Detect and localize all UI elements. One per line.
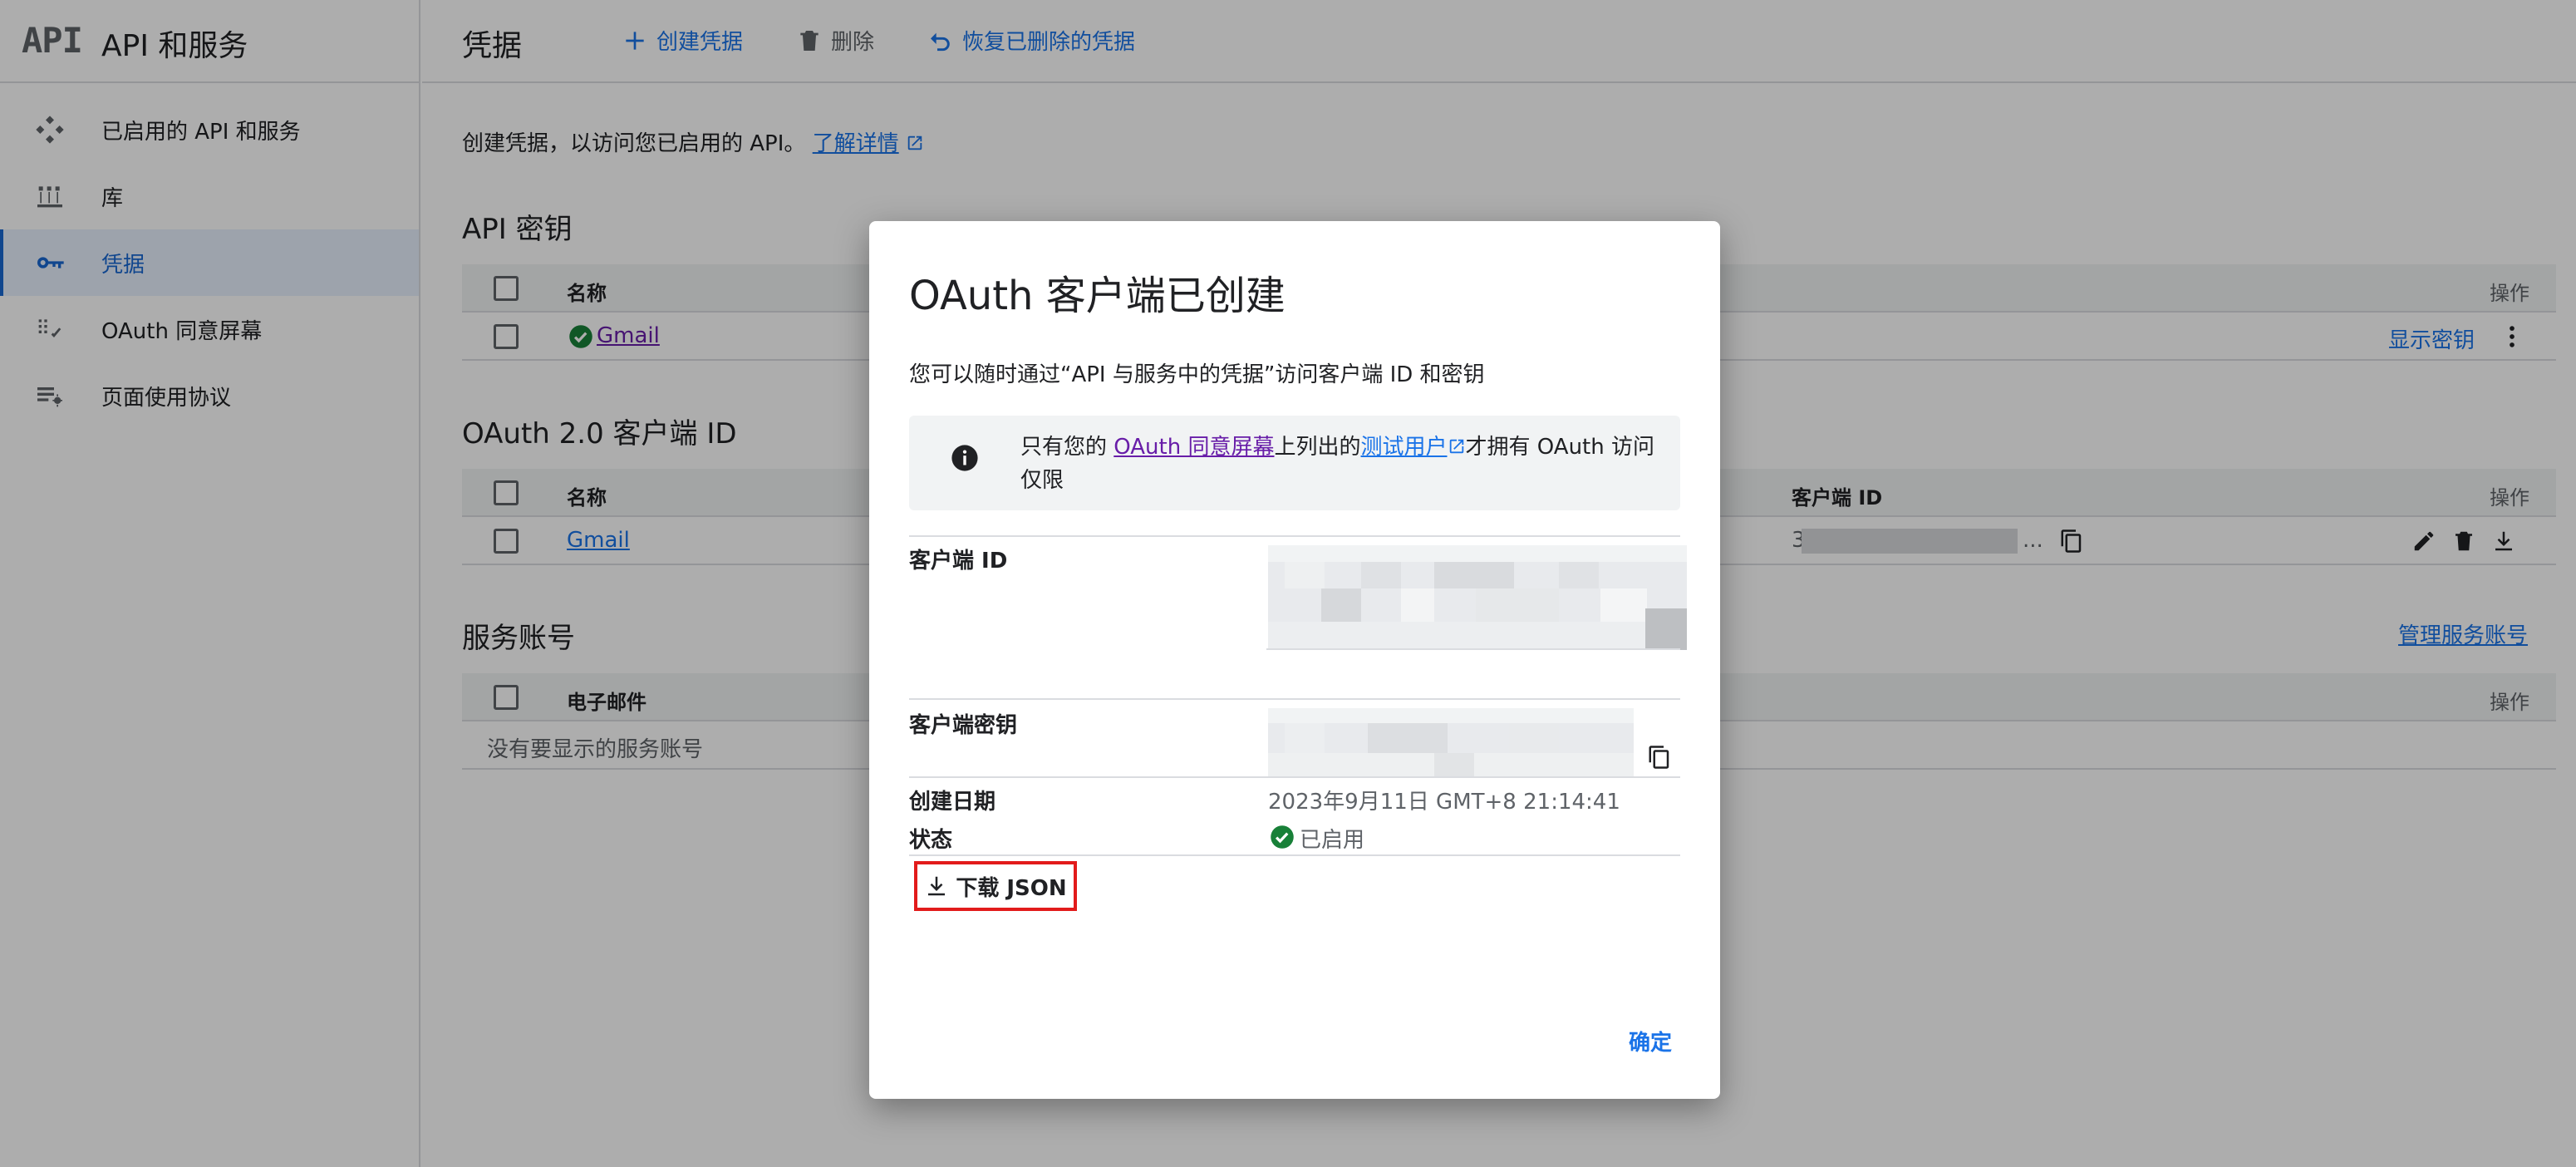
creation-date-value: 2023年9月11日 GMT+8 21:14:41 (1268, 790, 1620, 815)
divider (909, 698, 1680, 700)
download-json-label: 下载 JSON (956, 875, 1067, 901)
info-text-part: 才拥有 OAuth 访问 (1465, 435, 1654, 460)
oauth-created-dialog: OAuth 客户端已创建 您可以随时通过“API 与服务中的凭据”访问客户端 I… (869, 221, 1720, 1099)
dialog-subtitle: 您可以随时通过“API 与服务中的凭据”访问客户端 ID 和密钥 (909, 362, 1485, 387)
copy-icon[interactable] (1647, 743, 1672, 771)
info-icon (951, 445, 978, 471)
check-circle-icon (1271, 825, 1294, 849)
divider (909, 776, 1680, 778)
divider (1266, 648, 1680, 650)
info-text-part: 只有您的 (1020, 435, 1114, 460)
creation-date-label: 创建日期 (909, 790, 996, 815)
client-id-redacted-value (1268, 545, 1687, 650)
oauth-consent-link[interactable]: OAuth 同意屏幕 (1113, 435, 1274, 460)
info-banner: 只有您的 OAuth 同意屏幕上列出的测试用户 才拥有 OAuth 访问仅限 (909, 416, 1680, 510)
client-secret-redacted-value (1268, 708, 1634, 778)
test-users-link[interactable]: 测试用户 (1361, 435, 1448, 460)
divider (909, 854, 1680, 856)
client-secret-label: 客户端密钥 (909, 713, 1018, 738)
info-text-part: 仅限 (1020, 468, 1064, 493)
ok-button[interactable]: 确定 (1629, 1026, 1672, 1056)
divider (909, 535, 1680, 537)
status-label: 状态 (909, 828, 953, 853)
info-text-part: 上列出的 (1274, 435, 1361, 460)
status-value: 已启用 (1300, 828, 1365, 853)
download-icon (928, 876, 946, 896)
info-text: 只有您的 OAuth 同意屏幕上列出的测试用户 才拥有 OAuth 访问仅限 (1020, 431, 1660, 497)
download-json-button[interactable]: 下载 JSON (914, 861, 1077, 911)
dialog-title: OAuth 客户端已创建 (909, 273, 1286, 319)
client-id-label: 客户端 ID (909, 549, 1008, 574)
external-link-icon (1449, 439, 1463, 454)
